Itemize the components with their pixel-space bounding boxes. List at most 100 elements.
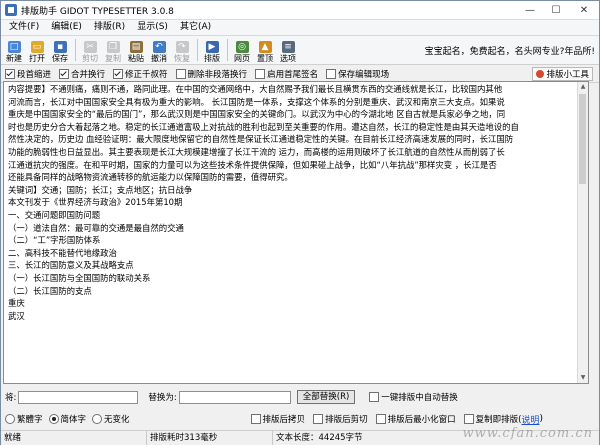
auto-replace-label: 一键排版中自动替换 [381,393,458,403]
text-line: 关键词】交通；国防；长江；支点地区；抗日战争 [8,184,193,195]
tool-typeset-button[interactable]: ▶ 排版 [201,36,223,64]
checkbox-box [369,392,380,402]
tool-save-button[interactable]: ▪ 保存 [49,36,71,64]
cut-icon: ✂ [83,41,97,53]
paste-icon: ▤ [129,41,143,53]
option-checkbox[interactable]: 保存编辑现场 [326,68,389,80]
window-title: 排版助手 GIDOT TYPESETTER 3.0.8 [21,6,174,17]
tool-label: 网页 [234,54,250,63]
scroll-up-icon[interactable]: ▲ [578,82,588,92]
status-time: 排版耗时313毫秒 [147,431,273,445]
conversion-radio[interactable]: 无变化 [92,413,130,425]
tool-cut-button[interactable]: ✂ 剪切 [79,36,101,64]
redo-icon: ↷ [175,41,189,53]
close-icon[interactable]: ✕ [569,1,599,19]
toolbar-separator [227,39,228,61]
find-label: 将: [5,393,17,403]
option-checkbox[interactable]: 修正千叔符 [113,68,168,80]
toolbar-separator [197,39,198,61]
auto-replace-checkbox[interactable]: 一键排版中自动替换 [369,391,458,403]
radio-circle [48,414,59,424]
after-typeset-checkbox[interactable]: 排版后剪切 [313,413,368,425]
checkbox-box [375,414,386,424]
tool-new-file-button[interactable]: □ 新建 [3,36,25,64]
tool-pin-top-button[interactable]: ▲ 置顶 [254,36,276,64]
editor-content[interactable]: 内容提要】不通则痛，痛则不通，路同此理。在中国的交通网络中，大自然赐予我们最长且… [4,82,588,322]
scroll-thumb[interactable] [579,94,586,184]
menu-display[interactable]: 显示(S) [131,20,174,35]
radio-label: 简体字 [60,415,87,425]
text-line: 河流而言，长江对中国国家安全具有极为重大的影响。 长江国防是一体系，支撑这个体系… [8,96,505,107]
minimize-icon[interactable]: — [517,1,543,19]
replace-input[interactable] [178,390,291,404]
text-line: 江通道抗灾的强度。在和平时期，国家的力量可以为这些技术条件提供保障，但如果碰上战… [8,159,497,170]
toolbar: □ 新建 ▭ 打开 ▪ 保存 ✂ 剪切 ❐ 复制 ▤ 粘贴 ↶ 撤消 ↷ 恢复 ▶ 排版 ◎ 网页 ▲ 置顶 ≡ 选项 宝宝起… [1,36,599,65]
option-checkbox[interactable]: 合并换行 [59,68,105,80]
text-line: 二、高科技不能替代地缘政治 [8,247,117,258]
menu-typeset[interactable]: 排版(R) [88,20,131,35]
typeset-icon: ▶ [205,41,219,53]
tool-redo-button[interactable]: ↷ 恢复 [171,36,193,64]
help-link-close: ) [539,414,543,424]
small-tools-label: 排版小工具 [546,69,589,80]
replace-label: 替换为: [148,393,177,403]
copy-icon: ❐ [106,41,120,53]
undo-icon: ↶ [152,41,166,53]
tools-icon [536,69,545,78]
tool-label: 恢复 [174,54,190,63]
checkbox-box [5,68,15,79]
conversion-radio[interactable]: 繁體字 [5,413,43,425]
menu-edit[interactable]: 编辑(E) [45,20,88,35]
tool-paste-button[interactable]: ▤ 粘贴 [125,36,147,64]
open-folder-icon: ▭ [30,41,44,53]
after-typeset-checkbox[interactable]: 复制即排版( [463,413,521,425]
tool-label: 复制 [105,54,121,63]
option-label: 保存编辑现场 [338,69,390,80]
tool-webpage-button[interactable]: ◎ 网页 [231,36,253,64]
checkbox-box [463,414,474,424]
ad-slogan[interactable]: 宝宝起名，免费起名，名头网专业?年品所! [425,44,595,57]
maximize-icon[interactable]: ☐ [543,1,569,19]
save-icon: ▪ [53,41,67,53]
menu-other[interactable]: 其它(A) [174,20,217,35]
checkbox-label: 排版后最小化窗口 [387,415,456,425]
find-input[interactable] [18,390,139,404]
replace-all-button[interactable]: 全部替换(R) [296,390,356,404]
tool-label: 撤消 [151,54,167,63]
checkbox-label: 排版后剪切 [325,415,368,425]
option-checkbox[interactable]: 段首缩进 [5,68,51,80]
menu-file[interactable]: 文件(F) [3,20,45,35]
tool-undo-button[interactable]: ↶ 撤消 [148,36,170,64]
radio-circle [5,414,15,424]
checkbox-box [250,414,261,424]
text-line: 本文刊发于《世界经济与政治》2015年第10期 [8,197,183,208]
checkbox-box [326,68,337,79]
text-editor[interactable]: 内容提要】不通则痛，痛则不通，路同此理。在中国的交通网络中，大自然赐予我们最长且… [3,81,589,384]
option-label: 段首缩进 [17,69,52,80]
radio-label: 无变化 [104,415,130,425]
radio-label: 繁體字 [17,415,43,425]
text-line: 时也是历史分合大着起落之地。稳定的长江通道富吸上对抗战的胜利也起到至关重要的作用… [8,121,519,132]
app-window: 排版助手 GIDOT TYPESETTER 3.0.8 — ☐ ✕ 文件(F) … [0,0,600,445]
option-label: 启用首尾签名 [267,69,319,80]
after-typeset-checkbox[interactable]: 排版后拷贝 [250,413,305,425]
tool-open-folder-button[interactable]: ▭ 打开 [26,36,48,64]
tool-options-button[interactable]: ≡ 选项 [277,36,299,64]
small-tools-button[interactable]: 排版小工具 [532,66,593,81]
checkbox-box [175,68,186,79]
after-typeset-checkbox[interactable]: 排版后最小化窗口 [375,413,456,425]
toolbar-separator [75,39,76,61]
option-label: 删除非段落换行 [187,69,248,80]
option-checkbox[interactable]: 删除非段落换行 [175,68,248,80]
vertical-scrollbar[interactable]: ▲ ▼ [577,82,588,383]
option-label: 修正千叔符 [125,69,168,80]
text-line: 重庆 [8,298,25,309]
scroll-down-icon[interactable]: ▼ [578,373,588,383]
webpage-icon: ◎ [235,41,249,53]
option-checkbox[interactable]: 启用首尾签名 [255,68,318,80]
tool-copy-button[interactable]: ❐ 复制 [102,36,124,64]
app-icon [5,4,17,16]
help-link[interactable]: 说明 [521,413,539,426]
conversion-radio[interactable]: 简体字 [48,413,87,425]
options-icon: ≡ [281,41,295,53]
